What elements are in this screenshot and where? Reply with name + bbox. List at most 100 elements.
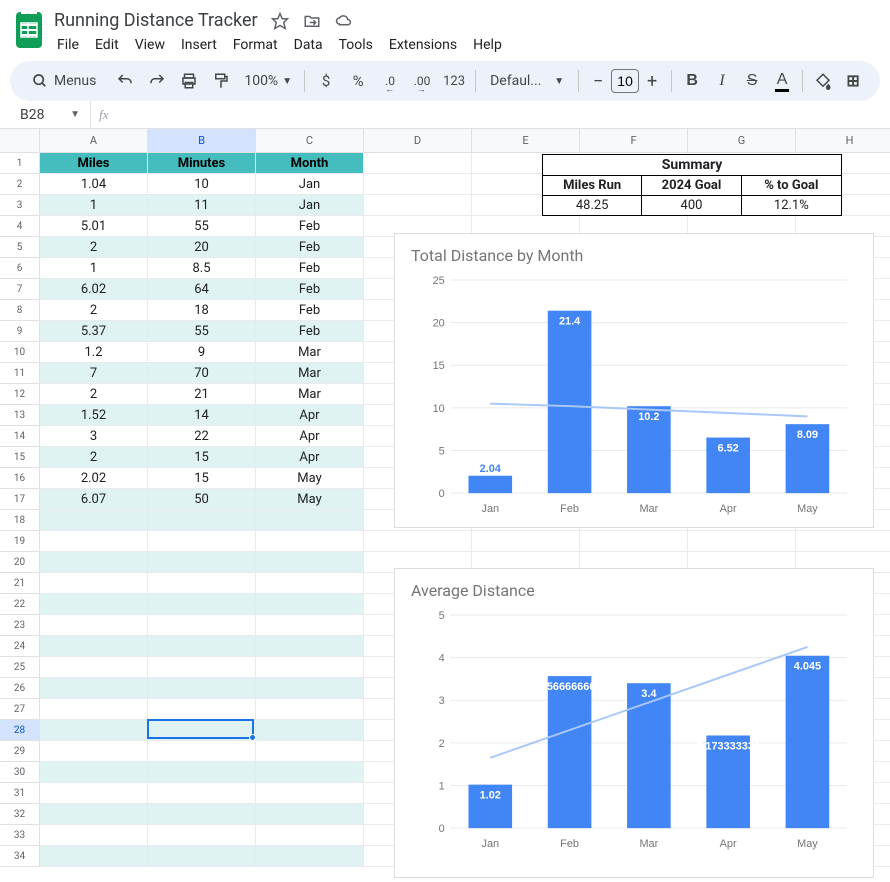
cell[interactable]: Apr — [256, 426, 364, 447]
cell[interactable] — [148, 531, 256, 552]
menu-help[interactable]: Help — [466, 33, 509, 57]
redo-button[interactable] — [142, 66, 172, 96]
cell[interactable] — [40, 762, 148, 783]
row-header[interactable]: 8 — [0, 300, 40, 321]
row-header[interactable]: 4 — [0, 216, 40, 237]
borders-button[interactable]: ⊞ — [839, 67, 867, 95]
cell[interactable] — [148, 510, 256, 531]
cell[interactable] — [40, 783, 148, 804]
cell[interactable]: Feb — [256, 258, 364, 279]
cell[interactable]: 1.04 — [40, 174, 148, 195]
cell[interactable]: Feb — [256, 279, 364, 300]
chart-total-distance[interactable]: Total Distance by Month 05101520252.04Ja… — [394, 233, 874, 528]
col-header[interactable]: F — [580, 129, 688, 153]
cell[interactable]: 5.37 — [40, 321, 148, 342]
cell[interactable]: 11 — [148, 195, 256, 216]
cell[interactable] — [148, 783, 256, 804]
cell[interactable]: 55 — [148, 216, 256, 237]
row-header[interactable]: 20 — [0, 552, 40, 573]
cell[interactable] — [148, 846, 256, 867]
cell[interactable] — [256, 531, 364, 552]
cell[interactable] — [256, 825, 364, 846]
cell[interactable] — [256, 573, 364, 594]
cell[interactable]: Minutes — [148, 153, 256, 174]
cell[interactable]: Feb — [256, 216, 364, 237]
cell[interactable]: Apr — [256, 447, 364, 468]
cell[interactable]: 50 — [148, 489, 256, 510]
cell[interactable]: 10 — [148, 174, 256, 195]
cell[interactable]: Feb — [256, 321, 364, 342]
row-header[interactable]: 9 — [0, 321, 40, 342]
menu-view[interactable]: View — [128, 33, 172, 57]
cell[interactable] — [148, 552, 256, 573]
cell[interactable] — [256, 594, 364, 615]
cell[interactable]: 6.02 — [40, 279, 148, 300]
cell[interactable] — [796, 531, 890, 552]
cell[interactable]: 1.52 — [40, 405, 148, 426]
cell[interactable]: Month — [256, 153, 364, 174]
menu-insert[interactable]: Insert — [174, 33, 224, 57]
col-header[interactable]: B — [148, 129, 256, 153]
cell[interactable] — [148, 699, 256, 720]
cell[interactable]: Mar — [256, 342, 364, 363]
paint-format-button[interactable] — [206, 66, 236, 96]
fill-color-button[interactable] — [809, 67, 837, 95]
cell[interactable]: Mar — [256, 384, 364, 405]
cell[interactable]: 21 — [148, 384, 256, 405]
cell[interactable] — [256, 804, 364, 825]
increase-decimal-button[interactable]: .00→ — [407, 66, 437, 96]
cell[interactable] — [256, 552, 364, 573]
font-select[interactable]: Defaul...▼ — [482, 73, 572, 89]
cell[interactable]: 2 — [40, 447, 148, 468]
col-header[interactable]: D — [364, 129, 472, 153]
menus-search[interactable]: Menus — [20, 67, 108, 95]
row-header[interactable]: 30 — [0, 762, 40, 783]
cell[interactable] — [256, 615, 364, 636]
row-header[interactable]: 31 — [0, 783, 40, 804]
row-header[interactable]: 19 — [0, 531, 40, 552]
cell[interactable]: 70 — [148, 363, 256, 384]
italic-button[interactable]: I — [708, 67, 736, 95]
cell[interactable] — [148, 636, 256, 657]
cell[interactable] — [148, 804, 256, 825]
undo-button[interactable] — [110, 66, 140, 96]
cell[interactable] — [472, 531, 580, 552]
cell[interactable] — [148, 594, 256, 615]
cell[interactable]: 20 — [148, 237, 256, 258]
cell[interactable] — [148, 678, 256, 699]
row-header[interactable]: 12 — [0, 384, 40, 405]
cell[interactable]: Jan — [256, 195, 364, 216]
chart-average-distance[interactable]: Average Distance 0123451.02Jan3.56666666… — [394, 568, 874, 878]
row-header[interactable]: 21 — [0, 573, 40, 594]
cell[interactable]: 5.01 — [40, 216, 148, 237]
cell[interactable] — [148, 573, 256, 594]
row-header[interactable]: 26 — [0, 678, 40, 699]
cell[interactable] — [148, 825, 256, 846]
cell[interactable] — [148, 762, 256, 783]
cell[interactable] — [256, 657, 364, 678]
cell[interactable]: 9 — [148, 342, 256, 363]
cell[interactable] — [364, 153, 472, 174]
cell[interactable]: Feb — [256, 237, 364, 258]
cell[interactable] — [148, 615, 256, 636]
bold-button[interactable]: B — [678, 67, 706, 95]
cell[interactable] — [40, 615, 148, 636]
cell[interactable] — [364, 195, 472, 216]
menu-tools[interactable]: Tools — [332, 33, 380, 57]
cell[interactable] — [580, 531, 688, 552]
row-header[interactable]: 34 — [0, 846, 40, 867]
row-header[interactable]: 25 — [0, 657, 40, 678]
text-color-button[interactable]: A — [768, 67, 796, 95]
doc-title[interactable]: Running Distance Tracker — [54, 10, 258, 31]
cell[interactable] — [40, 846, 148, 867]
sheets-logo[interactable] — [16, 12, 42, 48]
cell[interactable]: 2 — [40, 300, 148, 321]
row-header[interactable]: 23 — [0, 615, 40, 636]
formula-input[interactable] — [116, 107, 890, 123]
cell[interactable] — [40, 804, 148, 825]
col-header[interactable]: G — [688, 129, 796, 153]
cell[interactable] — [40, 825, 148, 846]
cell[interactable]: 15 — [148, 468, 256, 489]
col-header[interactable]: C — [256, 129, 364, 153]
col-header[interactable]: A — [40, 129, 148, 153]
